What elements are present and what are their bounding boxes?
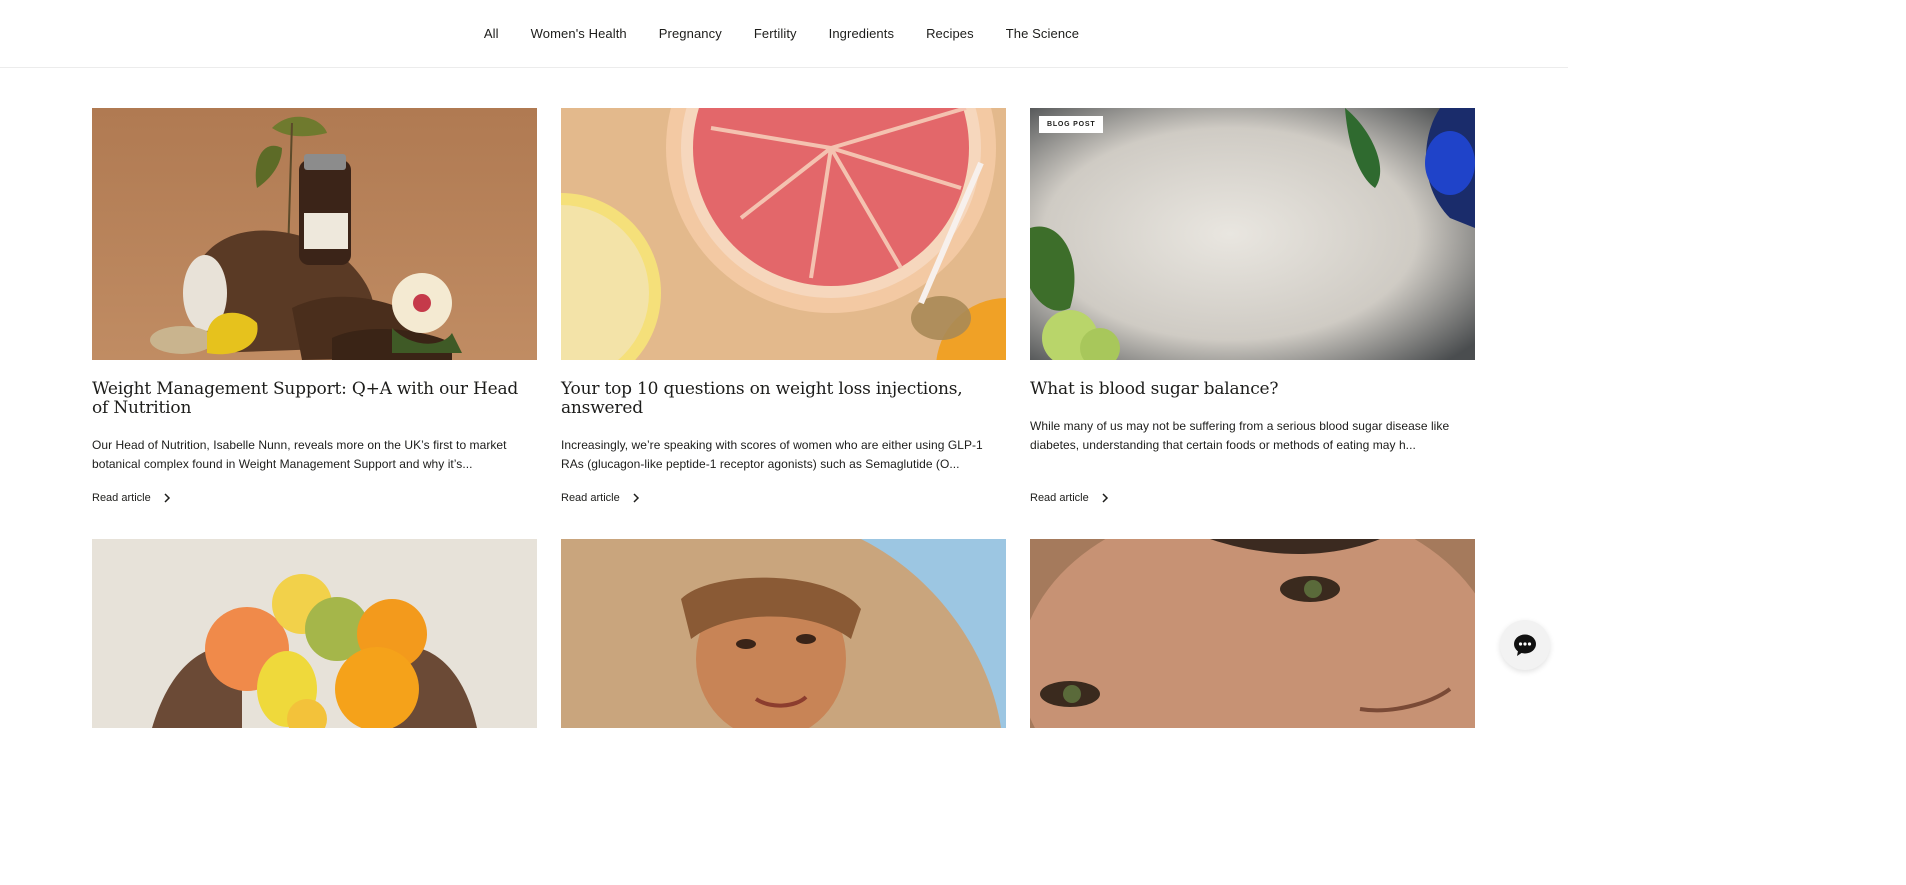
woman-sun-hat-image: [561, 539, 1006, 728]
read-article-link[interactable]: Read article: [92, 492, 171, 504]
article-excerpt: While many of us may not be suffering fr…: [1030, 419, 1450, 452]
citrus-fruit-hands-image: [92, 539, 537, 728]
nav-item-all[interactable]: All: [468, 26, 515, 41]
supplement-jar-image: [92, 108, 537, 360]
read-article-label: Read article: [92, 492, 151, 504]
read-article-link[interactable]: Read article: [1030, 492, 1109, 504]
read-article-label: Read article: [1030, 492, 1089, 504]
article-title[interactable]: Your top 10 questions on weight loss inj…: [561, 380, 1006, 418]
article-card: BLOG POST What is blood sugar balance? W…: [1030, 108, 1475, 540]
article-title[interactable]: What is blood sugar balance?: [1030, 380, 1475, 399]
category-nav: All Women's Health Pregnancy Fertility I…: [0, 0, 1568, 68]
nav-item-fertility[interactable]: Fertility: [738, 26, 813, 41]
nav-item-womens-health[interactable]: Women's Health: [515, 26, 643, 41]
post-type-badge: BLOG POST: [1039, 116, 1104, 133]
chat-bubble-icon: [1514, 634, 1536, 656]
article-card: Your top 10 questions on weight loss inj…: [561, 108, 1006, 540]
read-article-link[interactable]: Read article: [561, 492, 640, 504]
chevron-right-icon: [633, 493, 639, 503]
article-excerpt: Increasingly, we’re speaking with scores…: [561, 438, 983, 471]
chevron-right-icon: [164, 493, 170, 503]
article-image[interactable]: [92, 539, 537, 728]
nav-item-ingredients[interactable]: Ingredients: [813, 26, 910, 41]
article-grid: Weight Management Support: Q+A with our …: [92, 108, 1475, 540]
article-image[interactable]: [1030, 539, 1475, 728]
table-surface-image: [1030, 108, 1475, 360]
read-article-label: Read article: [561, 492, 620, 504]
category-nav-list: All Women's Health Pregnancy Fertility I…: [468, 26, 1095, 41]
article-image[interactable]: [561, 539, 1006, 728]
article-image[interactable]: [561, 108, 1006, 360]
article-card: Weight Management Support: Q+A with our …: [92, 108, 537, 540]
nav-item-the-science[interactable]: The Science: [990, 26, 1095, 41]
article-grid-row-2: [92, 539, 1475, 728]
grapefruit-image: [561, 108, 1006, 360]
article-image[interactable]: BLOG POST: [1030, 108, 1475, 360]
chat-button[interactable]: [1500, 620, 1550, 670]
nav-item-pregnancy[interactable]: Pregnancy: [643, 26, 738, 41]
nav-item-recipes[interactable]: Recipes: [910, 26, 990, 41]
article-title[interactable]: Weight Management Support: Q+A with our …: [92, 380, 537, 418]
article-image[interactable]: [92, 108, 537, 360]
article-excerpt: Our Head of Nutrition, Isabelle Nunn, re…: [92, 438, 507, 471]
woman-face-closeup-image: [1030, 539, 1475, 728]
chevron-right-icon: [1102, 493, 1108, 503]
